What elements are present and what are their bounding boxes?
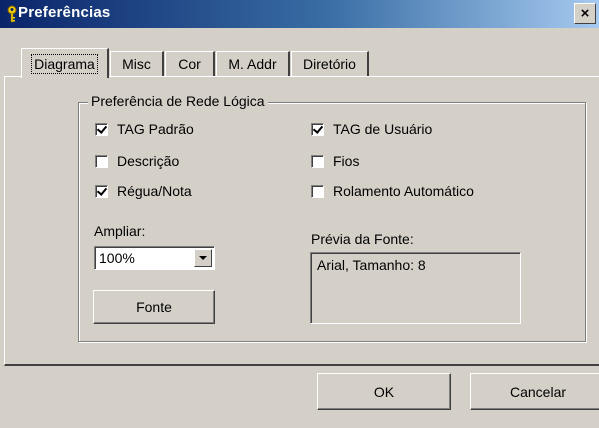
font-preview-text: Arial, Tamanho: 8 — [317, 257, 426, 273]
dropdown-button[interactable] — [194, 249, 212, 267]
checkbox-box[interactable] — [311, 154, 324, 168]
tab-diagrama[interactable]: Diagrama — [21, 48, 109, 78]
tab-label: M. Addr — [228, 56, 277, 72]
ok-button-label: OK — [373, 383, 395, 400]
tab-misc[interactable]: Misc — [110, 51, 164, 76]
checkbox-label: Fios — [333, 153, 360, 169]
checkbox-box[interactable] — [311, 122, 324, 136]
zoom-label: Ampliar: — [94, 223, 146, 239]
close-button[interactable]: × — [574, 3, 596, 24]
chevron-down-icon — [199, 256, 207, 260]
checkbox-box[interactable] — [311, 184, 324, 198]
font-button[interactable]: Fonte — [93, 290, 215, 324]
tab-diretorio[interactable]: Diretório — [291, 51, 369, 76]
tab-cor[interactable]: Cor — [165, 51, 215, 76]
group-title: Preferência de Rede Lógica — [88, 93, 268, 109]
checkbox-tag-usuario[interactable]: TAG de Usuário — [311, 119, 432, 139]
zoom-value: 100% — [99, 250, 135, 266]
checkbox-label: TAG Padrão — [117, 121, 194, 137]
cancel-button[interactable]: Cancelar — [470, 373, 599, 410]
checkbox-rolamento-automatico[interactable]: Rolamento Automático — [311, 181, 474, 201]
checkbox-fios[interactable]: Fios — [311, 151, 359, 171]
checkbox-label: Régua/Nota — [117, 183, 192, 199]
checkbox-label: Rolamento Automático — [333, 183, 474, 199]
checkbox-tag-padrao[interactable]: TAG Padrão — [95, 119, 194, 139]
close-icon: × — [580, 5, 590, 22]
font-preview-box: Arial, Tamanho: 8 — [310, 252, 521, 324]
zoom-select[interactable]: 100% — [94, 246, 215, 270]
checkbox-label: Descrição — [117, 153, 180, 169]
key-icon — [7, 5, 17, 23]
font-preview-label: Prévia da Fonte: — [311, 231, 414, 247]
tab-label: Diretório — [303, 56, 356, 72]
tab-label: Misc — [122, 56, 151, 72]
ok-button[interactable]: OK — [317, 373, 451, 410]
checkbox-label: TAG de Usuário — [333, 121, 433, 137]
checkbox-regua-nota[interactable]: Régua/Nota — [95, 181, 192, 201]
checkbox-box[interactable] — [95, 184, 108, 198]
cancel-button-label: Cancelar — [509, 383, 567, 400]
window-title: Preferências — [18, 4, 111, 21]
title-bar[interactable]: Preferências × — [0, 0, 599, 28]
tab-label: Cor — [178, 56, 201, 72]
tab-m-addr[interactable]: M. Addr — [216, 51, 290, 76]
tab-label: Diagrama — [31, 53, 98, 74]
font-button-label: Fonte — [136, 299, 172, 315]
checkbox-box[interactable] — [95, 154, 108, 168]
checkbox-box[interactable] — [95, 122, 108, 136]
checkbox-descricao[interactable]: Descrição — [95, 151, 179, 171]
